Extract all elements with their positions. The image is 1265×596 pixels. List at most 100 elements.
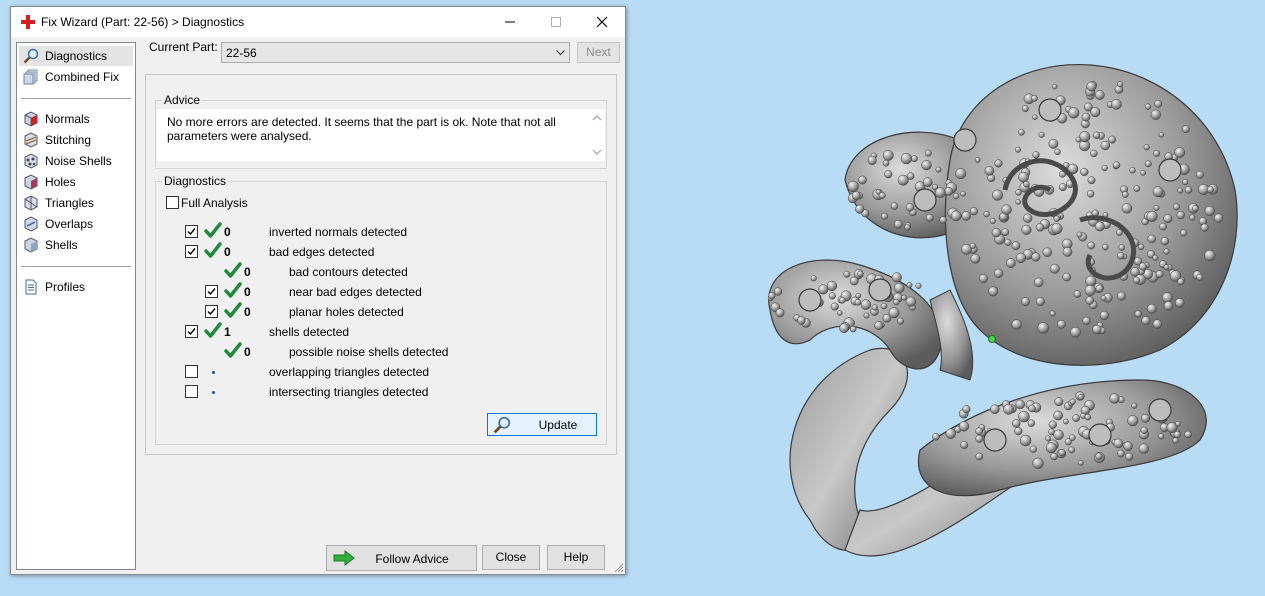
diagnostic-count: 0 (244, 345, 251, 359)
triangles-cube-icon (24, 195, 38, 211)
full-analysis-checkbox[interactable] (166, 196, 179, 209)
fix-wizard-dialog: Fix Wizard (Part: 22-56) > Diagnostics D… (10, 6, 626, 575)
not-analysed-dot-icon (212, 391, 215, 394)
maximize-button[interactable] (533, 7, 579, 37)
sidebar-item-label: Combined Fix (45, 70, 120, 84)
sidebar-item-combined-fix[interactable]: Combined Fix (19, 67, 133, 87)
noise-shells-icon (24, 153, 38, 169)
chevron-down-icon (556, 50, 565, 56)
diagnostic-checkbox[interactable] (185, 365, 198, 378)
sidebar-item-label: Stitching (45, 133, 92, 147)
diagnostic-checkbox[interactable] (185, 245, 198, 258)
red-cross-app-icon (21, 15, 35, 29)
diagnostic-count: 0 (224, 225, 231, 239)
checkmark-icon (187, 328, 196, 336)
sidebar-item-label: Shells (45, 238, 78, 252)
checkmark-icon (207, 288, 216, 296)
overlaps-cube-icon (24, 216, 38, 232)
diagnostic-label: near bad edges detected (289, 285, 422, 299)
holes-cube-icon (24, 174, 38, 190)
sidebar-item-triangles[interactable]: Triangles (19, 193, 133, 213)
diagnostic-count: 0 (244, 305, 251, 319)
maximize-icon (551, 17, 561, 27)
stitching-cube-icon (24, 132, 38, 148)
follow-advice-button[interactable]: Follow Advice (326, 545, 477, 571)
diagnostic-checkbox[interactable] (185, 225, 198, 238)
sidebar-item-label: Profiles (45, 280, 86, 294)
sidebar-item-label: Noise Shells (45, 154, 112, 168)
magnifier-icon (23, 48, 39, 64)
sidebar-item-label: Overlaps (45, 217, 94, 231)
shells-cube-icon (24, 237, 38, 253)
sidebar-item-shells[interactable]: Shells (19, 235, 133, 255)
sidebar-item-diagnostics[interactable]: Diagnostics (19, 46, 133, 66)
advice-text-box: No more errors are detected. It seems th… (157, 109, 605, 161)
close-window-button[interactable] (579, 7, 625, 37)
checkmark-icon (207, 308, 216, 316)
diagnostic-label: planar holes detected (289, 305, 404, 319)
green-pivot-marker (988, 335, 996, 343)
advice-text-line: parameters were analysed. (167, 129, 312, 143)
red-cube-icon (24, 111, 38, 127)
sidebar-separator (21, 266, 131, 267)
update-button-label: Update (538, 418, 578, 432)
diagnostic-label: intersecting triangles detected (269, 385, 429, 399)
diagnostic-label: shells detected (269, 325, 350, 339)
minimize-button[interactable] (487, 7, 533, 37)
current-part-value: 22-56 (226, 46, 257, 60)
diagnostic-count: 0 (244, 265, 251, 279)
stacked-pages-icon (23, 69, 38, 85)
diagnostic-label: bad edges detected (269, 245, 375, 259)
sidebar-item-noise-shells[interactable]: Noise Shells (19, 151, 133, 171)
diagnostic-count: 0 (224, 245, 231, 259)
diagnostic-checkbox[interactable] (185, 385, 198, 398)
advice-group: Advice No more errors are detected. It s… (155, 93, 607, 169)
magnifier-icon (493, 416, 511, 434)
document-icon (25, 279, 37, 295)
sidebar-item-profiles[interactable]: Profiles (19, 277, 133, 297)
sidebar-item-label: Triangles (45, 196, 94, 210)
current-part-dropdown[interactable]: 22-56 (221, 42, 570, 63)
advice-group-title: Advice (162, 93, 203, 107)
advice-scrollbar[interactable] (589, 109, 605, 161)
diagnostics-panel: Advice No more errors are detected. It s… (145, 74, 617, 455)
wizard-sidebar: Diagnostics Combined Fix Normals Stitchi… (16, 42, 136, 570)
diagnostic-label: inverted normals detected (269, 225, 408, 239)
diagnostics-group: Diagnostics Full Analysis 0 inverted norm… (155, 174, 607, 445)
green-check-icon (204, 322, 222, 340)
next-button[interactable]: Next (577, 42, 620, 63)
advice-text-line: No more errors are detected. It seems th… (167, 115, 556, 129)
diagnostic-count: 0 (244, 285, 251, 299)
sidebar-item-overlaps[interactable]: Overlaps (19, 214, 133, 234)
title-bar[interactable]: Fix Wizard (Part: 22-56) > Diagnostics (11, 7, 625, 37)
diagnostic-label: overlapping triangles detected (269, 365, 430, 379)
window-title: Fix Wizard (Part: 22-56) > Diagnostics (41, 15, 245, 29)
ring-3d-model[interactable] (750, 50, 1250, 580)
checkmark-icon (187, 228, 196, 236)
green-check-icon (204, 222, 222, 240)
sidebar-item-label: Holes (45, 175, 76, 189)
green-check-icon (224, 342, 242, 360)
help-button[interactable]: Help (547, 545, 605, 570)
green-arrow-icon (333, 550, 355, 566)
diagnostics-group-title: Diagnostics (162, 174, 229, 188)
sidebar-item-stitching[interactable]: Stitching (19, 130, 133, 150)
green-check-icon (224, 282, 242, 300)
green-check-icon (224, 262, 242, 280)
diagnostic-checkbox[interactable] (205, 285, 218, 298)
full-analysis-label: Full Analysis (181, 196, 248, 210)
follow-advice-label: Follow Advice (375, 552, 449, 566)
checkmark-icon (187, 248, 196, 256)
diagnostic-checkbox[interactable] (205, 305, 218, 318)
sidebar-item-label: Diagnostics (45, 49, 108, 63)
diagnostic-checkbox[interactable] (185, 325, 198, 338)
close-button[interactable]: Close (482, 545, 540, 570)
diagnostic-label: possible noise shells detected (289, 345, 449, 359)
sidebar-item-normals[interactable]: Normals (19, 109, 133, 129)
update-button[interactable]: Update (487, 413, 597, 436)
close-icon (596, 16, 608, 28)
diagnostic-label: bad contours detected (289, 265, 408, 279)
current-part-label: Current Part: (149, 40, 218, 54)
sidebar-item-holes[interactable]: Holes (19, 172, 133, 192)
resize-grip-icon[interactable] (614, 563, 624, 573)
